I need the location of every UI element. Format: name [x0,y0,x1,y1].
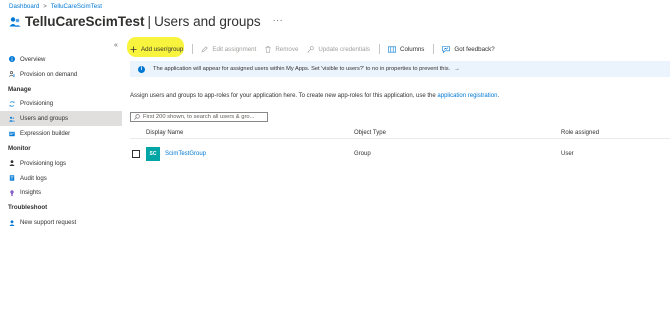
feedback-button[interactable]: Got feedback? [442,45,495,53]
sidebar-item-provisioning[interactable]: Provisioning [0,97,122,112]
sidebar-item-label: Provisioning [20,100,54,108]
person-sync-icon [9,71,15,77]
more-options-icon[interactable]: ··· [273,15,284,25]
add-user-group-label: Add user/group [141,45,184,53]
breadcrumb: Dashboard > TelluCareScimTest [9,3,102,10]
sidebar-item-overview[interactable]: Overview [0,52,122,67]
column-header-role-assigned[interactable]: Role assigned [561,130,661,136]
sidebar-item-label: Provisioning logs [20,159,67,167]
sidebar: Overview Provision on demand Manage Prov… [0,52,122,230]
sidebar-item-provisioning-logs[interactable]: Provisioning logs [0,156,122,171]
columns-button[interactable]: Columns [387,45,425,53]
sidebar-item-expression-builder[interactable]: Expression builder [0,126,122,141]
person-log-icon [9,160,15,167]
info-icon [9,56,15,63]
update-credentials-label: Update credentials [318,45,370,53]
users-icon [9,116,15,122]
title-divider: | [147,14,152,29]
sidebar-item-new-support-request[interactable]: New support request [0,215,122,230]
sidebar-item-audit-logs[interactable]: Audit logs [0,171,122,186]
collapse-sidebar-icon[interactable]: « [114,42,118,49]
breadcrumb-app[interactable]: TelluCareScimTest [51,3,102,10]
info-banner[interactable]: i The application will appear for assign… [130,61,670,77]
sidebar-item-label: New support request [20,219,77,227]
search-icon [134,114,140,120]
group-name-link[interactable]: ScimTestGroup [165,151,206,157]
info-banner-text: The application will appear for assigned… [153,66,451,72]
display-name-cell: SC ScimTestGroup [146,147,354,161]
description-end: . [497,93,500,99]
insights-icon [9,190,15,196]
breadcrumb-separator: > [43,3,47,10]
sidebar-item-label: Audit logs [20,174,47,182]
toolbar-divider [192,44,194,54]
plus-icon [130,46,137,53]
sidebar-item-label: Expression builder [20,130,71,138]
toolbar-divider [433,44,435,54]
description: Assign users and groups to app-roles for… [130,93,499,99]
table-row[interactable]: SC ScimTestGroup Group User [130,145,670,163]
section-monitor: Monitor [8,144,31,152]
trash-icon [265,45,271,53]
sidebar-item-users-and-groups[interactable]: Users and groups [0,111,122,127]
edit-assignment-button[interactable]: Edit assignment [201,46,256,53]
command-bar: Add user/group Edit assignment Remove Up… [130,42,504,56]
remove-label: Remove [275,45,299,53]
pencil-icon [201,45,208,53]
support-person-icon [9,220,15,226]
key-icon [307,45,315,53]
description-text: Assign users and groups to app-roles for… [130,93,436,99]
group-avatar: SC [146,147,160,161]
sidebar-item-label: Overview [20,55,46,63]
sidebar-item-label: Insights [20,189,42,197]
search-placeholder: First 200 shown, to search all users & g… [143,114,255,120]
row-checkbox[interactable] [132,150,140,158]
page-title: TelluCareScimTest | Users and groups [25,14,261,29]
add-user-group-button[interactable]: Add user/group [130,46,183,53]
expression-builder-icon [9,131,15,137]
section-troubleshoot: Troubleshoot [8,204,48,212]
info-icon: i [138,65,145,73]
columns-label: Columns [399,45,425,53]
sidebar-item-provision-on-demand[interactable]: Provision on demand [0,67,122,82]
role-assigned-cell: User [561,151,574,157]
arrow-right-icon[interactable]: → [454,66,460,72]
update-credentials-button[interactable]: Update credentials [307,46,370,53]
table-header: Display Name Object Type Role assigned [130,128,670,139]
toolbar-divider [378,44,380,54]
feedback-label: Got feedback? [454,45,495,53]
columns-icon [387,46,396,53]
row-checkbox-cell [130,150,146,158]
audit-log-icon [9,175,15,181]
sidebar-item-label: Users and groups [20,115,69,123]
edit-assignment-label: Edit assignment [212,45,257,53]
search-input[interactable]: First 200 shown, to search all users & g… [130,112,268,122]
column-header-display-name[interactable]: Display Name [146,130,354,136]
provisioning-icon [9,101,15,107]
users-app-icon [9,16,21,28]
remove-button[interactable]: Remove [265,46,298,53]
application-registration-link[interactable]: application registration [437,93,497,99]
app-name: TelluCareScimTest [25,14,145,29]
column-header-object-type[interactable]: Object Type [354,130,561,136]
page-header: TelluCareScimTest | Users and groups ··· [9,14,283,29]
assignments-table: Display Name Object Type Role assigned S… [130,128,670,163]
breadcrumb-dashboard[interactable]: Dashboard [9,3,39,10]
sidebar-item-insights[interactable]: Insights [0,186,122,201]
object-type-cell: Group [354,151,371,157]
section-manage: Manage [8,85,32,93]
page-name: Users and groups [154,14,261,29]
sidebar-item-label: Provision on demand [20,70,78,78]
feedback-icon [442,45,451,53]
